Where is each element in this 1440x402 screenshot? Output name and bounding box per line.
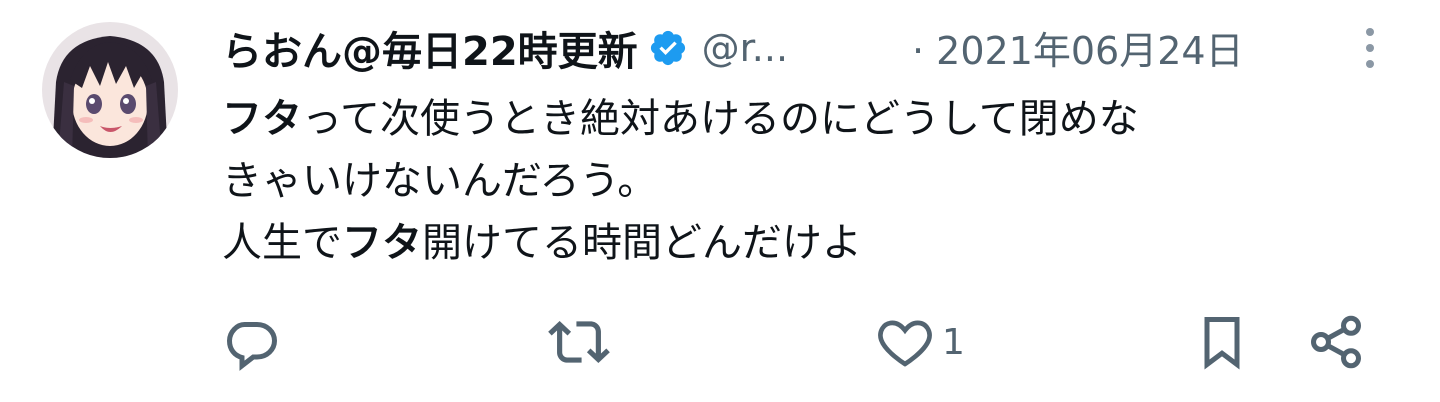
tweet-text: フタって次使うとき絶対あけるのにどうして閉めな きゃいけないんだろう。 人生でフ… — [222, 88, 1402, 274]
like-button[interactable]: 1 — [874, 310, 965, 374]
tweet-text-segment: 人生で — [222, 220, 342, 266]
tweet[interactable]: らおん@毎日22時更新 @r... · 2021年06月24日 フタって次使うと… — [0, 0, 1440, 402]
tweet-text-bold: フタ — [342, 220, 422, 266]
like-count: 1 — [942, 321, 965, 363]
reply-icon — [226, 322, 278, 371]
tweet-text-segment: って次使うとき絶対あけるのにどうして閉めな — [302, 96, 1139, 142]
handle[interactable]: @r... — [702, 26, 788, 70]
tweet-actions: 1 — [0, 310, 1440, 380]
tweet-date[interactable]: · 2021年06月24日 — [912, 20, 1244, 75]
tweet-text-line-1: フタって次使うとき絶対あけるのにどうして閉めな — [222, 88, 1402, 150]
tweet-text-bold: フタ — [222, 96, 302, 142]
more-vertical-icon[interactable] — [1352, 24, 1388, 72]
tweet-text-segment: 開けてる時間どんだけよ — [422, 220, 862, 266]
display-name[interactable]: らおん@毎日22時更新 — [222, 19, 638, 77]
bookmark-button[interactable] — [1192, 310, 1252, 374]
avatar[interactable] — [42, 22, 178, 158]
share-button[interactable] — [1306, 310, 1366, 374]
retweet-icon — [548, 321, 610, 363]
share-icon — [1311, 315, 1361, 369]
tweet-text-line-2: きゃいけないんだろう。 — [222, 158, 658, 204]
tweet-header: らおん@毎日22時更新 @r... — [222, 16, 788, 80]
like-icon — [878, 320, 932, 367]
bookmark-icon — [1204, 317, 1240, 370]
retweet-button[interactable] — [548, 310, 610, 374]
tweet-text-line-3: 人生でフタ開けてる時間どんだけよ — [222, 212, 1402, 274]
reply-button[interactable] — [222, 310, 282, 374]
verified-badge-icon — [648, 28, 688, 68]
